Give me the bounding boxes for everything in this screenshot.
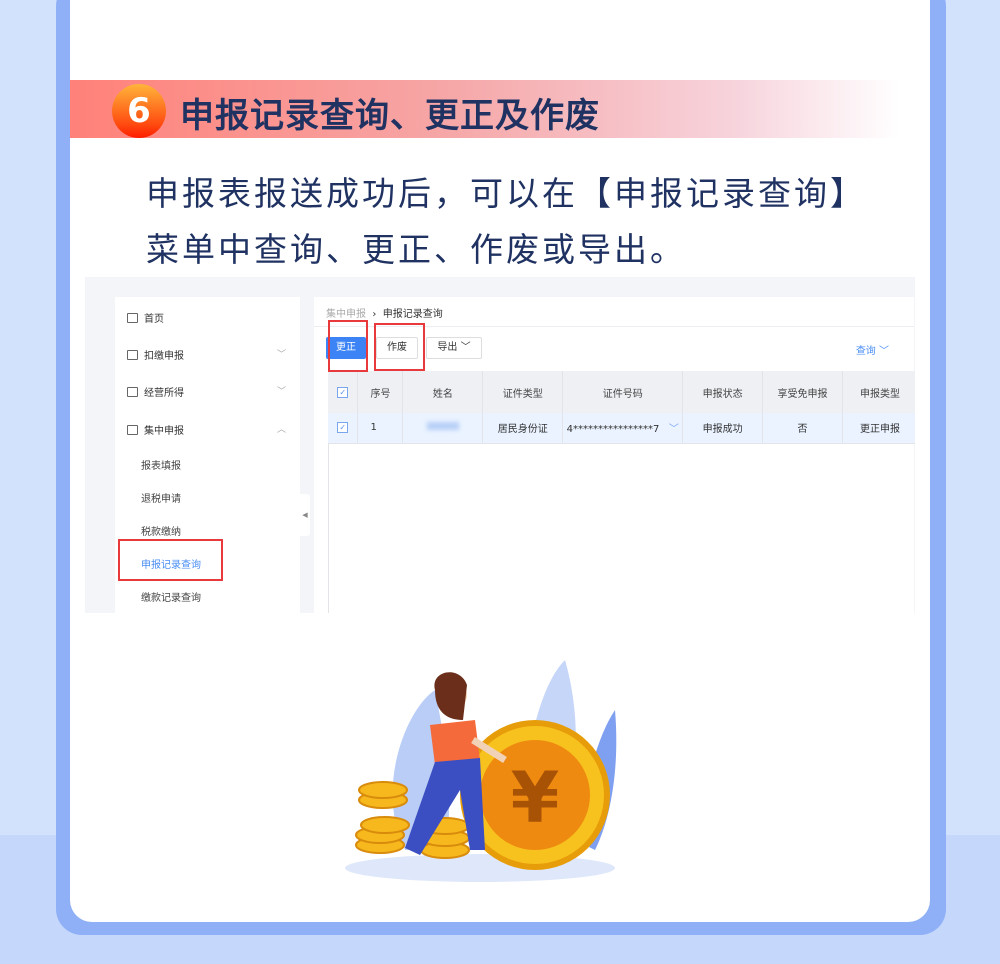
sidebar-item-home[interactable]: 首页 bbox=[127, 310, 164, 325]
form-icon bbox=[127, 349, 138, 360]
chevron-up-icon: ︿ bbox=[276, 425, 286, 435]
column-header: 姓名 bbox=[402, 371, 484, 413]
column-header: 证件类型 bbox=[482, 371, 564, 413]
sidebar-subitem[interactable]: 缴款记录查询 bbox=[141, 589, 201, 604]
sidebar-item-business-income[interactable]: 经营所得 bbox=[127, 384, 184, 399]
highlight-box bbox=[374, 323, 425, 371]
sidebar-subitem[interactable]: 报表填报 bbox=[141, 457, 181, 472]
cell-index: 1 bbox=[357, 413, 404, 444]
collapse-sidebar-button[interactable]: ◀ bbox=[300, 494, 310, 536]
section-description: 申报表报送成功后，可以在【申报记录查询】菜单中查询、更正、作废或导出。 bbox=[146, 174, 866, 269]
cell-type: 更正申报 bbox=[842, 413, 915, 444]
sidebar-subitem[interactable]: 退税申请 bbox=[141, 490, 181, 505]
breadcrumb-item[interactable]: 集中申报 bbox=[326, 309, 366, 320]
breadcrumb-current: 申报记录查询 bbox=[382, 309, 443, 320]
cell-exempt: 否 bbox=[762, 413, 843, 444]
svg-text:¥: ¥ bbox=[511, 757, 560, 839]
sidebar-item-label: 首页 bbox=[144, 314, 164, 325]
column-header: 序号 bbox=[357, 371, 404, 413]
step-number-badge: 6 bbox=[112, 84, 166, 138]
export-label: 导出 bbox=[437, 342, 458, 353]
chevron-down-icon[interactable]: ﹀ bbox=[669, 424, 679, 435]
sidebar-item-centralized[interactable]: 集中申报 bbox=[127, 422, 184, 437]
select-all-header[interactable]: ✓ bbox=[328, 371, 359, 413]
chevron-down-icon: ﹀ bbox=[276, 387, 286, 397]
records-table: ✓ 序号 姓名 证件类型 证件号码 申报状态 享受免申报 申报类型 ✓ 1 居民… bbox=[328, 371, 915, 444]
cell-status: 申报成功 bbox=[682, 413, 764, 444]
row-select[interactable]: ✓ bbox=[328, 413, 359, 444]
sidebar-item-label: 扣缴申报 bbox=[144, 351, 184, 362]
table-header: ✓ 序号 姓名 证件类型 证件号码 申报状态 享受免申报 申报类型 bbox=[328, 371, 915, 413]
sidebar-item-withholding[interactable]: 扣缴申报 bbox=[127, 347, 297, 362]
select-all-checkbox[interactable]: ✓ bbox=[337, 386, 349, 398]
id-number-text: 4****************7 bbox=[566, 424, 660, 436]
sidebar-item-label: 经营所得 bbox=[144, 388, 184, 399]
export-button[interactable]: 导出 ﹀ bbox=[426, 337, 482, 359]
query-toggle[interactable]: 查询 ﹀ bbox=[856, 342, 889, 357]
column-header: 享受免申报 bbox=[762, 371, 843, 413]
sidebar-item-label: 集中申报 bbox=[144, 426, 184, 437]
cell-id-number: 4****************7 ﹀ bbox=[562, 413, 684, 444]
monitor-icon bbox=[127, 424, 138, 435]
shirt-icon bbox=[127, 386, 138, 397]
highlight-box bbox=[118, 539, 223, 581]
cell-id-type: 居民身份证 bbox=[482, 413, 564, 444]
row-checkbox[interactable]: ✓ bbox=[337, 422, 349, 434]
column-header: 证件号码 bbox=[562, 371, 684, 413]
app-screenshot: 首页 扣缴申报 ﹀ 经营所得 ﹀ 集中申报 ︿ 报表填报 退税申请 税款缴纳 申… bbox=[85, 277, 915, 613]
home-icon bbox=[127, 312, 138, 323]
breadcrumb: 集中申报 › 申报记录查询 bbox=[326, 309, 443, 320]
cell-name bbox=[402, 413, 484, 444]
column-header: 申报状态 bbox=[682, 371, 764, 413]
chevron-down-icon: ﹀ bbox=[460, 342, 471, 353]
highlight-box bbox=[328, 320, 368, 372]
blurred-name bbox=[426, 422, 459, 431]
chevron-down-icon: ﹀ bbox=[276, 350, 286, 360]
table-row[interactable]: ✓ 1 居民身份证 4****************7 ﹀ 申报成功 否 更正… bbox=[328, 413, 915, 444]
column-header: 申报类型 bbox=[842, 371, 915, 413]
query-label: 查询 bbox=[855, 346, 876, 357]
coin-illustration: ¥ bbox=[345, 660, 617, 882]
sidebar-subitem[interactable]: 税款缴纳 bbox=[141, 523, 181, 538]
chevron-down-icon: ﹀ bbox=[879, 346, 889, 357]
section-title: 申报记录查询、更正及作废 bbox=[180, 96, 600, 136]
